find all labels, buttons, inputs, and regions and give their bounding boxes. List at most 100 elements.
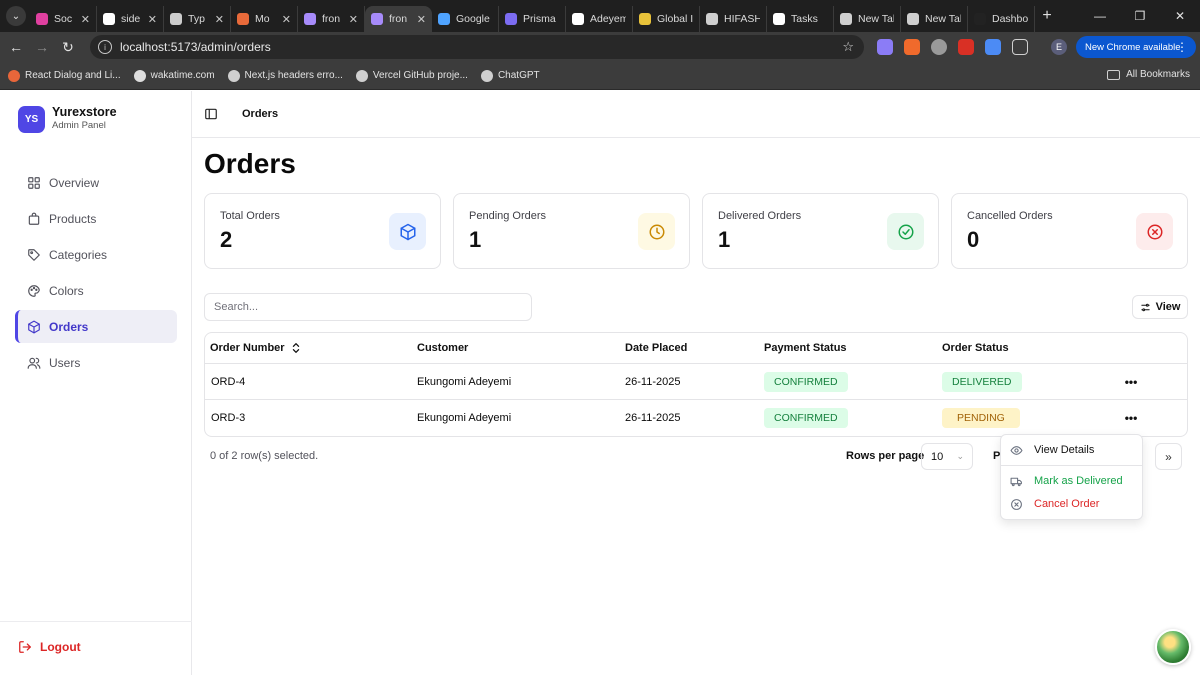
view-options-button[interactable]: View [1132,295,1188,319]
table-row[interactable]: ORD-3 Ekungomi Adeyemi 26-11-2025 CONFIR… [205,400,1187,436]
browser-tab[interactable]: Dashbo [968,6,1035,32]
bookmark-favicon-icon [480,69,493,82]
site-info-icon[interactable]: i [98,40,112,54]
brand[interactable]: YS Yurexstore Admin Panel [18,105,117,133]
close-tab-icon[interactable]: ✕ [81,13,90,26]
sort-icon[interactable] [291,342,301,354]
users-icon [27,357,41,369]
browser-tab[interactable]: Tasks [767,6,834,32]
close-window-button[interactable]: ✕ [1160,0,1200,32]
sidebar-item-users[interactable]: Users [15,346,177,379]
row-actions-button[interactable]: ••• [1121,408,1141,428]
tab-favicon-icon [237,13,249,25]
sidebar-item-categories[interactable]: Categories [15,238,177,271]
bookmark-star-icon[interactable]: ☆ [842,39,854,55]
browser-tab[interactable]: Global I [633,6,700,32]
sliders-icon [1140,303,1150,311]
sidebar-item-colors[interactable]: Colors [15,274,177,307]
extensions-puzzle-icon[interactable] [1012,39,1028,55]
new-tab-button[interactable]: + [1035,7,1059,25]
bookmark-favicon-icon [8,69,20,82]
tag-icon [28,248,40,261]
window-controls: — ❐ ✕ [1080,0,1200,32]
restore-button[interactable]: ❐ [1120,0,1160,32]
browser-tab[interactable]: New Tal [901,6,968,32]
bookmark-item[interactable]: ChatGPT [480,69,540,82]
sidebar-toggle-icon[interactable] [204,107,218,121]
stat-card: Cancelled Orders 0 [951,193,1188,269]
close-tab-icon[interactable]: ✕ [417,13,426,26]
browser-tab[interactable]: Adeyem [566,6,633,32]
browser-tab[interactable]: side ✕ [97,6,164,32]
address-bar[interactable]: i localhost:5173/admin/orders ☆ [90,35,864,59]
date-cell: 26-11-2025 [625,375,681,388]
search-input[interactable] [204,293,532,321]
orders-table: Order Number Customer Date Placed Paymen… [204,332,1188,437]
menu-item-cancel-order[interactable]: Cancel Order [1001,493,1142,515]
browser-tab[interactable]: fron ✕ [298,6,365,32]
close-tab-icon[interactable]: ✕ [282,13,291,26]
close-tab-icon[interactable]: ✕ [148,13,157,26]
forward-button[interactable]: → [29,34,55,60]
profile-avatar[interactable]: E [1051,39,1067,55]
extension-icon[interactable] [958,39,974,55]
sidebar-divider [0,621,192,622]
chrome-menu-icon[interactable]: ⋮ [1176,40,1188,54]
back-button[interactable]: ← [3,34,29,60]
stat-label: Total Orders [220,210,280,222]
stat-label: Delivered Orders [718,210,802,222]
update-chrome-button[interactable]: New Chrome available ⋮ [1076,36,1196,58]
tab-favicon-icon [505,13,517,25]
close-tab-icon[interactable]: ✕ [349,13,358,26]
rows-per-page-select[interactable]: 10 ⌄ [921,443,973,470]
bookmark-item[interactable]: Vercel GitHub proje... [355,69,468,82]
table-row[interactable]: ORD-4 Ekungomi Adeyemi 26-11-2025 CONFIR… [205,364,1187,400]
sidebar-item-products[interactable]: Products [15,202,177,235]
tab-title: Soc [54,13,73,25]
logout-button[interactable]: Logout [18,640,81,654]
check-circle-icon [898,224,913,239]
tab-favicon-icon [371,13,383,25]
bookmark-item[interactable]: Next.js headers erro... [227,69,343,82]
browser-toolbar: ← → ↻ i localhost:5173/admin/orders ☆ E … [0,32,1200,62]
browser-tab[interactable]: fron ✕ [365,6,432,32]
column-header-order-number[interactable]: Order Number [210,333,301,363]
menu-item-mark-delivered[interactable]: Mark as Delivered [1001,470,1142,492]
bookmark-item[interactable]: React Dialog and Li... [8,69,121,82]
tab-favicon-icon [974,13,986,25]
browser-tab[interactable]: Prisma [499,6,566,32]
tab-favicon-icon [706,13,718,25]
reload-button[interactable]: ↻ [55,34,81,60]
browser-tab[interactable]: Google [432,6,499,32]
browser-tab[interactable]: Mo ✕ [231,6,298,32]
close-tab-icon[interactable]: ✕ [215,13,224,26]
browser-tab[interactable]: New Tal [834,6,901,32]
floating-avatar[interactable] [1155,629,1191,665]
breadcrumb: Orders [242,108,279,120]
menu-item-view-details[interactable]: View Details [1001,439,1142,461]
tab-favicon-icon [773,13,785,25]
extension-icon[interactable] [877,39,893,55]
all-bookmarks-label: All Bookmarks [1126,69,1190,80]
row-actions-menu: View Details Mark as Delivered Cancel Or… [1000,434,1143,520]
all-bookmarks-button[interactable]: All Bookmarks [1107,69,1190,80]
tab-favicon-icon [639,13,651,25]
row-actions-button[interactable]: ••• [1121,372,1141,392]
extension-icon[interactable] [931,39,947,55]
extension-icon[interactable] [904,39,920,55]
sidebar-item-overview[interactable]: Overview [15,166,177,199]
table-header-row: Order Number Customer Date Placed Paymen… [205,333,1187,364]
browser-tab[interactable]: HIFASHI [700,6,767,32]
brand-subtitle: Admin Panel [52,120,106,131]
view-options-label: View [1155,301,1181,313]
last-page-button[interactable]: » [1155,443,1182,470]
menu-item-label: View Details [1034,444,1095,456]
browser-tab[interactable]: Soc ✕ [30,6,97,32]
minimize-button[interactable]: — [1080,0,1120,32]
extension-icon[interactable] [985,39,1001,55]
bookmark-item[interactable]: wakatime.com [133,69,215,82]
order-status-badge: PENDING [942,408,1020,428]
browser-tab[interactable]: Typ ✕ [164,6,231,32]
tab-search-button[interactable]: ⌄ [6,6,26,26]
sidebar-item-orders[interactable]: Orders [15,310,177,343]
